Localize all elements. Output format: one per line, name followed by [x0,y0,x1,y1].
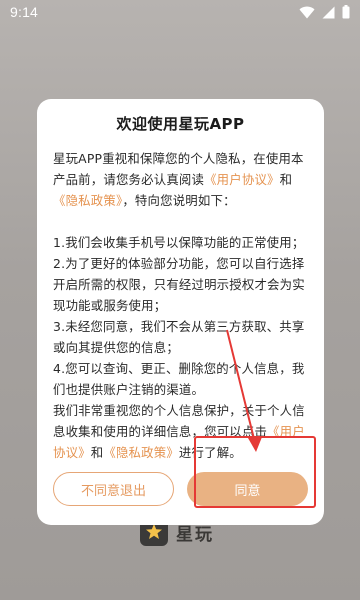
privacy-policy-link[interactable]: 《隐私政策》 [53,193,122,208]
battery-icon [342,5,350,19]
outro-and: 和 [90,445,104,460]
dialog-button-row: 不同意退出 同意 [53,472,308,506]
signal-icon [322,6,335,19]
wifi-icon [299,6,315,19]
intro-and: 和 [279,172,293,187]
decline-button[interactable]: 不同意退出 [53,472,174,506]
user-agreement-link[interactable]: 《用户协议》 [204,172,280,187]
outro-paragraph: 我们非常重视您的个人信息保护，关于个人信息收集和使用的详细信息，您可以点击《用户… [53,400,308,463]
list-item: 3.未经您同意，我们不会从第三方获取、共享或向其提供您的信息； [53,319,305,355]
intro-text-2: ，特向您说明如下： [122,193,236,208]
dialog-body: 星玩APP重视和保障您的个人隐私，在使用本产品前，请您务必认真阅读《用户协议》和… [53,148,308,463]
status-bar: 9:14 [0,0,360,24]
status-icons [299,5,350,19]
privacy-policy-link[interactable]: 《隐私政策》 [103,445,179,460]
outro-text-2: 进行了解。 [178,445,242,460]
status-time: 9:14 [10,4,39,20]
intro-paragraph: 星玩APP重视和保障您的个人隐私，在使用本产品前，请您务必认真阅读《用户协议》和… [53,148,308,211]
privacy-dialog: 欢迎使用星玩APP 星玩APP重视和保障您的个人隐私，在使用本产品前，请您务必认… [37,99,324,525]
dialog-title: 欢迎使用星玩APP [116,115,245,133]
agree-button[interactable]: 同意 [187,472,308,506]
list-item: 1.我们会收集手机号以保障功能的正常使用； [53,235,305,250]
list-item: 4.您可以查询、更正、删除您的个人信息，我们也提供账户注销的渠道。 [53,361,305,397]
list-item: 2.为了更好的体验部分功能，您可以自行选择开启所需的权限，只有经过明示授权才会为… [53,256,305,313]
